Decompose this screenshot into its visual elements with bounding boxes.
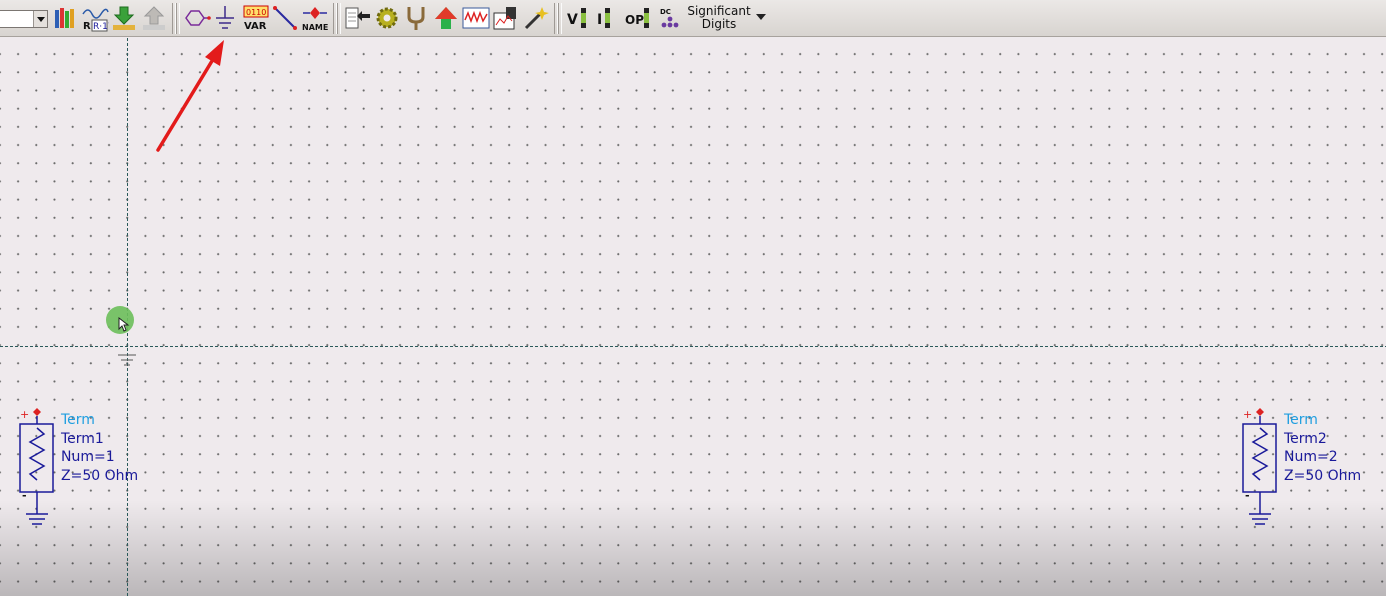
chevron-down-icon[interactable] <box>756 14 766 25</box>
term2-num: Num=2 <box>1284 449 1338 465</box>
wand-icon[interactable] <box>522 4 550 32</box>
op-icon[interactable]: OP <box>624 4 652 32</box>
svg-text:R·17: R·17 <box>93 22 109 32</box>
schematic-canvas[interactable] <box>0 38 1386 596</box>
ground-icon[interactable] <box>213 4 237 32</box>
svg-text:V: V <box>567 12 578 28</box>
term1-symbol[interactable]: + - <box>14 404 64 529</box>
term1-impedance: Z=50 Ohm <box>61 467 139 484</box>
term1-type-label: Term <box>61 412 95 428</box>
term1-num: Num=1 <box>61 449 115 465</box>
svg-text:VAR: VAR <box>244 21 267 32</box>
term2-labels: Term Term2 Num=2 Z=50 Ohm <box>1284 411 1361 485</box>
wire-icon[interactable] <box>272 4 298 32</box>
term1-labels: Term Term1 Num=1 Z=50 Ohm <box>61 411 138 485</box>
term2-name: Term2 <box>1284 430 1327 447</box>
rtune-icon[interactable]: RR·17 <box>81 4 109 32</box>
waveform-icon[interactable] <box>462 4 490 32</box>
svg-text:OP: OP <box>625 13 644 27</box>
data-display-icon[interactable] <box>492 4 520 32</box>
term2-impedance: Z=50 Ohm <box>1284 467 1362 484</box>
significant-digits-label-2: Digits <box>701 17 737 31</box>
current-probe-icon[interactable]: I <box>596 4 620 32</box>
chevron-down-icon[interactable] <box>33 11 47 27</box>
significant-digits-dropdown[interactable]: Significant Digits <box>684 5 754 31</box>
svg-text:+: + <box>1243 408 1252 421</box>
voltage-probe-icon[interactable]: V <box>566 4 590 32</box>
gear-icon[interactable] <box>374 4 400 32</box>
ground-placement-icon <box>118 354 136 366</box>
svg-text:-: - <box>22 489 27 502</box>
svg-text:I: I <box>597 12 602 28</box>
library-icon[interactable] <box>52 4 78 32</box>
port-icon[interactable] <box>183 4 211 32</box>
mouse-pointer-icon <box>118 317 130 332</box>
push-icon[interactable] <box>344 4 372 32</box>
dc-icon[interactable]: DC <box>656 4 680 32</box>
term2-type-label: Term <box>1284 412 1318 428</box>
svg-text:-: - <box>1245 489 1250 502</box>
sweep-download-icon[interactable] <box>111 4 137 32</box>
name-icon[interactable]: NAME <box>300 4 330 32</box>
term2-symbol[interactable]: + - <box>1237 404 1287 529</box>
up-arrow-icon[interactable] <box>433 4 459 32</box>
term1-name: Term1 <box>61 430 104 447</box>
var-icon[interactable]: 0110 VAR <box>241 4 271 32</box>
toolbar: RR·17 0110 VAR NAME V <box>0 0 1386 37</box>
component-palette-dropdown[interactable] <box>0 10 48 28</box>
svg-text:R: R <box>83 21 91 32</box>
tuning-fork-icon[interactable] <box>403 4 429 32</box>
svg-text:0110: 0110 <box>246 8 266 17</box>
svg-text:DC: DC <box>660 8 671 16</box>
svg-text:NAME: NAME <box>302 23 328 32</box>
sweep-upload-icon[interactable] <box>141 4 167 32</box>
svg-text:+: + <box>20 408 29 421</box>
